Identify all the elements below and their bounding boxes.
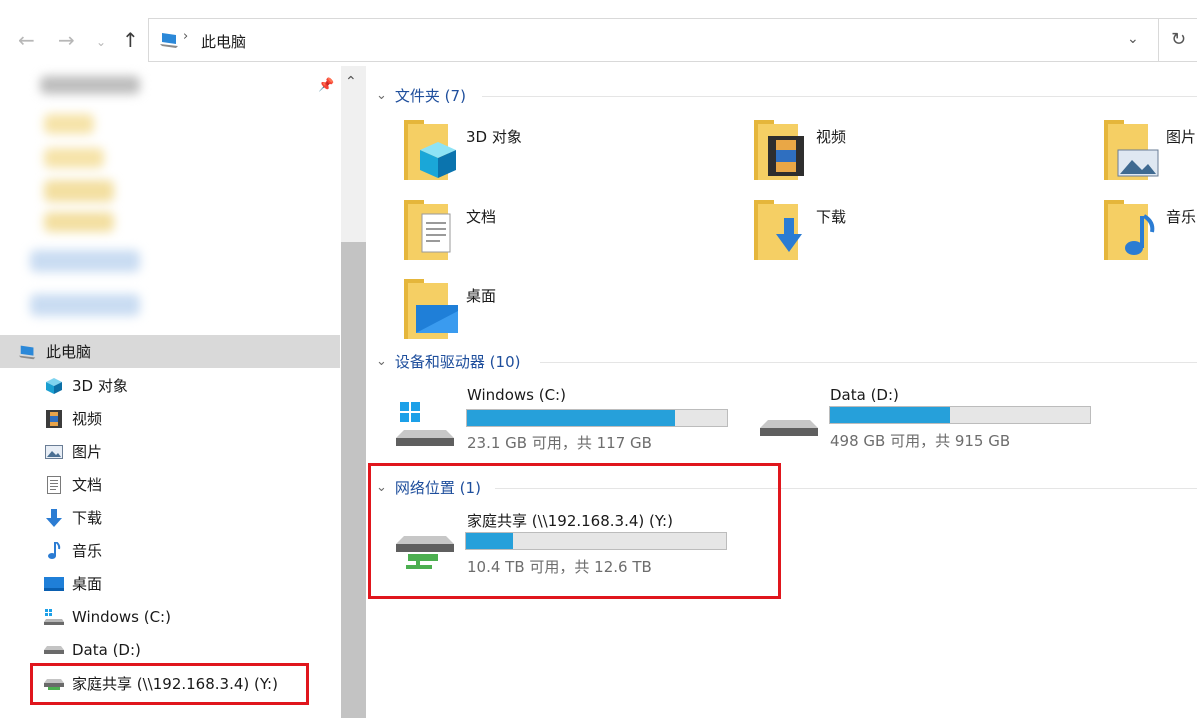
chevron-down-icon: ⌄: [376, 87, 387, 103]
drive-tile-windows-c[interactable]: Windows (C:) 23.1 GB 可用，共 117 GB: [396, 384, 736, 454]
sidebar-item-pictures[interactable]: 图片: [0, 435, 384, 468]
sidebar-item-desktop[interactable]: 桌面: [0, 567, 384, 600]
folder-music-icon: [1104, 200, 1155, 260]
video-icon: [44, 409, 64, 429]
folder-label: 3D 对象: [466, 128, 522, 146]
blurred-quick-access-item: [44, 148, 104, 168]
blurred-quick-access-item: [40, 76, 140, 94]
folder-tile-downloads[interactable]: 下载: [754, 196, 1074, 266]
refresh-button[interactable]: ↻: [1158, 18, 1197, 62]
drive-usage-bar: [466, 409, 728, 427]
folder-documents-icon: [404, 200, 451, 260]
chevron-down-icon[interactable]: ⌄: [96, 30, 106, 54]
sidebar-item-windows-c[interactable]: Windows (C:): [0, 600, 384, 633]
cube-3d-icon: [44, 376, 64, 396]
sidebar-item-label: 下载: [72, 509, 103, 527]
folder-label: 桌面: [466, 287, 497, 305]
sidebar-item-downloads[interactable]: 下载: [0, 501, 384, 534]
sidebar-item-label: 音乐: [72, 542, 103, 560]
folder-tile-3d-objects[interactable]: 3D 对象: [404, 116, 724, 186]
blurred-quick-access-item: [44, 212, 114, 232]
blurred-quick-access-item: [30, 250, 140, 272]
folder-tile-music[interactable]: 音乐: [1104, 196, 1197, 266]
folder-downloads-icon: [754, 200, 802, 260]
folder-tile-desktop[interactable]: 桌面: [404, 275, 724, 345]
sidebar-item-data-d[interactable]: Data (D:): [0, 633, 384, 666]
folder-video-icon: [754, 120, 804, 180]
drive-name: Windows (C:): [467, 386, 566, 404]
section-divider: [482, 96, 1197, 97]
refresh-icon: ↻: [1171, 29, 1187, 50]
sidebar-item-video[interactable]: 视频: [0, 402, 384, 435]
sidebar-item-label: 视频: [72, 410, 103, 428]
sidebar-item-3d-objects[interactable]: 3D 对象: [0, 369, 384, 402]
document-icon: [44, 475, 64, 495]
drive-name: Data (D:): [830, 386, 899, 404]
address-history-chevron-icon[interactable]: ⌄: [1127, 31, 1139, 47]
desktop-icon: [44, 574, 64, 594]
drive-usage-fill: [830, 407, 950, 423]
computer-icon: [160, 33, 178, 48]
highlight-box-sidebar-network-drive: [30, 663, 309, 705]
drive-free-space: 23.1 GB 可用，共 117 GB: [467, 434, 652, 452]
drive-free-space: 498 GB 可用，共 915 GB: [830, 432, 1011, 450]
folder-label: 音乐: [1166, 208, 1197, 226]
address-field[interactable]: › 此电脑 ⌄: [148, 18, 1158, 62]
scroll-up-chevron-icon[interactable]: ⌃: [345, 74, 357, 90]
breadcrumb-current[interactable]: 此电脑: [201, 31, 246, 52]
folder-label: 视频: [816, 128, 847, 146]
section-divider: [540, 362, 1197, 363]
navigation-pane: 📌 ⌃ 此电脑 3D 对象 视频 图片 文档 下载 音乐 桌面 Windows …: [0, 66, 366, 718]
computer-icon: [18, 342, 38, 362]
sidebar-item-label: 文档: [72, 476, 103, 494]
music-icon: [44, 541, 64, 561]
arrow-right-icon[interactable]: →: [58, 28, 75, 52]
blurred-quick-access-item: [30, 294, 140, 316]
arrow-up-icon[interactable]: ↑: [122, 28, 139, 52]
sidebar-item-label: 此电脑: [46, 343, 92, 361]
picture-icon: [44, 442, 64, 462]
sidebar-item-label: 图片: [72, 443, 103, 461]
breadcrumb-separator-icon: ›: [183, 29, 189, 44]
windows-drive-icon: [396, 402, 454, 446]
sidebar-item-music[interactable]: 音乐: [0, 534, 384, 567]
section-header-folders[interactable]: ⌄ 文件夹 (7): [376, 84, 466, 106]
drive-icon: [44, 640, 64, 660]
chevron-down-icon: ⌄: [376, 353, 387, 369]
folder-pictures-icon: [1104, 120, 1159, 180]
section-title: 文件夹 (7): [394, 86, 466, 105]
sidebar-item-documents[interactable]: 文档: [0, 468, 384, 501]
folder-label: 图片: [1166, 128, 1197, 146]
sidebar-item-label: 3D 对象: [72, 377, 128, 395]
sidebar-item-this-pc[interactable]: 此电脑: [0, 335, 340, 368]
section-title: 设备和驱动器 (10): [394, 352, 521, 371]
folder-label: 文档: [466, 208, 497, 226]
folder-label: 下载: [816, 208, 847, 226]
drive-tile-data-d[interactable]: Data (D:) 498 GB 可用，共 915 GB: [760, 384, 1100, 454]
sidebar-item-label: Data (D:): [72, 640, 141, 659]
section-header-devices[interactable]: ⌄ 设备和驱动器 (10): [376, 350, 520, 372]
folder-desktop-icon: [404, 279, 458, 339]
folder-tile-video[interactable]: 视频: [754, 116, 1074, 186]
download-icon: [44, 508, 64, 528]
blurred-quick-access-item: [44, 180, 114, 202]
sidebar-item-label: 桌面: [72, 575, 103, 593]
folder-tile-documents[interactable]: 文档: [404, 196, 724, 266]
sidebar-item-label: Windows (C:): [72, 607, 171, 626]
drive-icon: [760, 420, 818, 436]
highlight-box-network-location: [368, 463, 781, 599]
drive-usage-fill: [467, 410, 675, 426]
folder-3d-objects-icon: [404, 120, 456, 180]
arrow-left-icon[interactable]: ←: [18, 28, 35, 52]
windows-drive-icon: [44, 607, 64, 627]
drive-usage-bar: [829, 406, 1091, 424]
pin-icon[interactable]: 📌: [318, 78, 334, 93]
folder-tile-pictures[interactable]: 图片: [1104, 116, 1197, 186]
address-bar-row: ← → ⌄ ↑ › 此电脑 ⌄ ↻: [0, 18, 1197, 66]
blurred-quick-access-item: [44, 114, 94, 134]
